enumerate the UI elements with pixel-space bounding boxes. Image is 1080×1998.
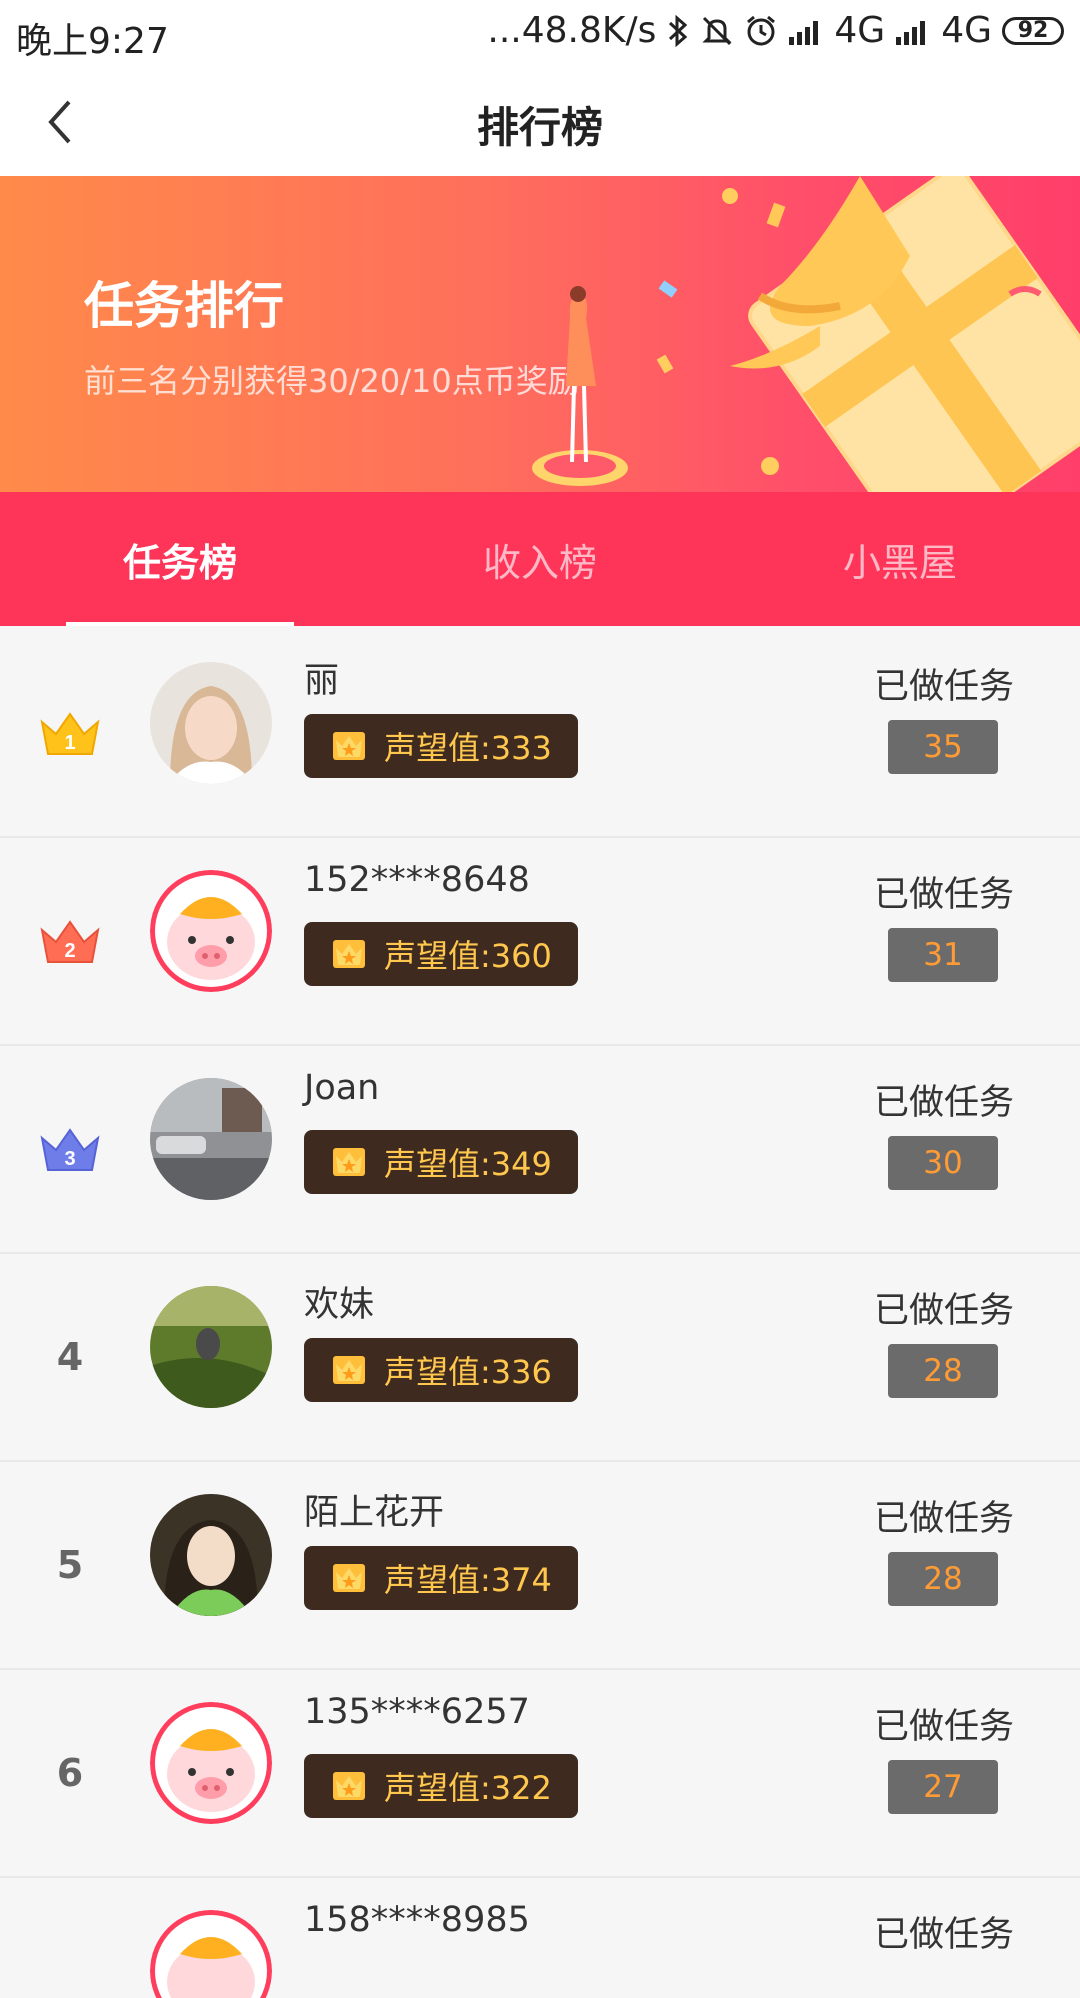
rank-badge: 2 (30, 838, 110, 1044)
rank-tabs: 任务榜 收入榜 小黑屋 (0, 492, 1080, 626)
user-name: 丽 (304, 661, 340, 701)
list-item[interactable]: 5 陌上花开 声望值:374 已做任务 28 (0, 1462, 1080, 1670)
bluetooth-icon (666, 14, 690, 48)
avatar (150, 1286, 272, 1408)
banner: 任务排行 前三名分别获得30/20/10点币奖励 (0, 176, 1080, 492)
reputation-badge: 声望值:336 (304, 1338, 578, 1402)
blue-crown-icon: 3 (40, 1128, 100, 1171)
user-name: 158****8985 (304, 1900, 530, 1940)
user-name: 152****8648 (304, 860, 530, 900)
svg-text:2: 2 (64, 940, 75, 962)
rank-number: 6 (56, 1751, 84, 1795)
reputation-badge: 声望值:322 (304, 1754, 578, 1818)
list-item[interactable]: 158****8985 已做任务 (0, 1878, 1080, 1998)
avatar (150, 870, 272, 992)
status-time: 晚上9:27 (16, 21, 169, 62)
done-count: 35 (888, 720, 998, 774)
crown-star-icon (333, 1564, 365, 1592)
rank-number: 4 (56, 1335, 84, 1379)
avatar (150, 662, 272, 784)
done-label: 已做任务 (873, 1291, 1014, 1331)
user-name: 135****6257 (304, 1692, 530, 1732)
reputation-value: 声望值:333 (384, 729, 552, 767)
tab-task-rank[interactable]: 任务榜 (0, 492, 360, 626)
done-count: 28 (888, 1552, 998, 1606)
reputation-badge: 声望值:360 (304, 922, 578, 986)
battery-indicator: 92 (1002, 16, 1064, 45)
rank-badge: 1 (30, 630, 110, 836)
user-name: 陌上花开 (304, 1493, 445, 1533)
avatar (150, 1910, 272, 1998)
crown-star-icon (333, 1356, 365, 1384)
nav-bar: 排行榜 (0, 70, 1080, 176)
banner-subtitle: 前三名分别获得30/20/10点币奖励 (84, 362, 580, 400)
status-icons: ...48.8K/s 4G 4G 92 (487, 10, 1064, 51)
user-name: 欢妹 (304, 1285, 375, 1325)
reputation-value: 声望值:374 (384, 1561, 552, 1599)
done-label: 已做任务 (873, 1083, 1014, 1123)
svg-text:1: 1 (64, 732, 75, 754)
list-item[interactable]: 2 152****8648 声望值:360 已做任务 31 (0, 838, 1080, 1046)
page-title: 排行榜 (476, 103, 603, 152)
done-label: 已做任务 (873, 875, 1014, 915)
list-item[interactable]: 4 欢妹 声望值:336 已做任务 28 (0, 1254, 1080, 1462)
crown-star-icon (333, 732, 365, 760)
rank-number: 5 (56, 1543, 84, 1587)
crown-star-icon (333, 1148, 365, 1176)
alarm-icon (744, 14, 778, 48)
tab-blacklist[interactable]: 小黑屋 (720, 492, 1080, 626)
done-count: 30 (888, 1136, 998, 1190)
crown-star-icon (333, 1772, 365, 1800)
done-label: 已做任务 (873, 1915, 1014, 1955)
list-item[interactable]: 1 丽 声望值:333 已做任务 35 (0, 630, 1080, 838)
done-label: 已做任务 (873, 667, 1014, 707)
done-count: 27 (888, 1760, 998, 1814)
signal-icon-1 (788, 17, 824, 45)
reputation-value: 声望值:349 (384, 1145, 552, 1183)
done-label: 已做任务 (873, 1707, 1014, 1747)
gift-illustration (532, 176, 1080, 492)
done-label: 已做任务 (873, 1499, 1014, 1539)
status-bar: 晚上9:27 ...48.8K/s 4G 4G 92 (0, 0, 1080, 70)
reputation-badge: 声望值:374 (304, 1546, 578, 1610)
tab-income-rank[interactable]: 收入榜 (360, 492, 720, 626)
reputation-badge: 声望值:349 (304, 1130, 578, 1194)
reputation-value: 声望值:336 (384, 1353, 552, 1391)
avatar (150, 1078, 272, 1200)
list-item[interactable]: 6 135****6257 声望值:322 已做任务 27 (0, 1670, 1080, 1878)
gold-crown-icon: 1 (40, 712, 100, 755)
network-type-2: 4G (941, 10, 992, 51)
signal-icon-2 (895, 17, 931, 45)
rank-badge: 3 (30, 1046, 110, 1252)
list-item[interactable]: 3 Joan 声望值:349 已做任务 30 (0, 1046, 1080, 1254)
avatar (150, 1494, 272, 1616)
avatar (150, 1702, 272, 1824)
crown-star-icon (333, 940, 365, 968)
network-speed: ...48.8K/s (487, 10, 657, 51)
done-count: 28 (888, 1344, 998, 1398)
rank-list: 1 丽 声望值:333 已做任务 35 2 152****8648 声望值:36… (0, 630, 1080, 1998)
banner-title: 任务排行 (84, 277, 284, 335)
red-crown-icon: 2 (40, 920, 100, 963)
done-count: 31 (888, 928, 998, 982)
reputation-value: 声望值:322 (384, 1769, 552, 1807)
network-type-1: 4G (834, 10, 886, 51)
reputation-badge: 声望值:333 (304, 714, 578, 778)
svg-text:3: 3 (64, 1148, 75, 1170)
reputation-value: 声望值:360 (384, 937, 552, 975)
mute-bell-icon (700, 14, 734, 48)
user-name: Joan (304, 1068, 380, 1108)
